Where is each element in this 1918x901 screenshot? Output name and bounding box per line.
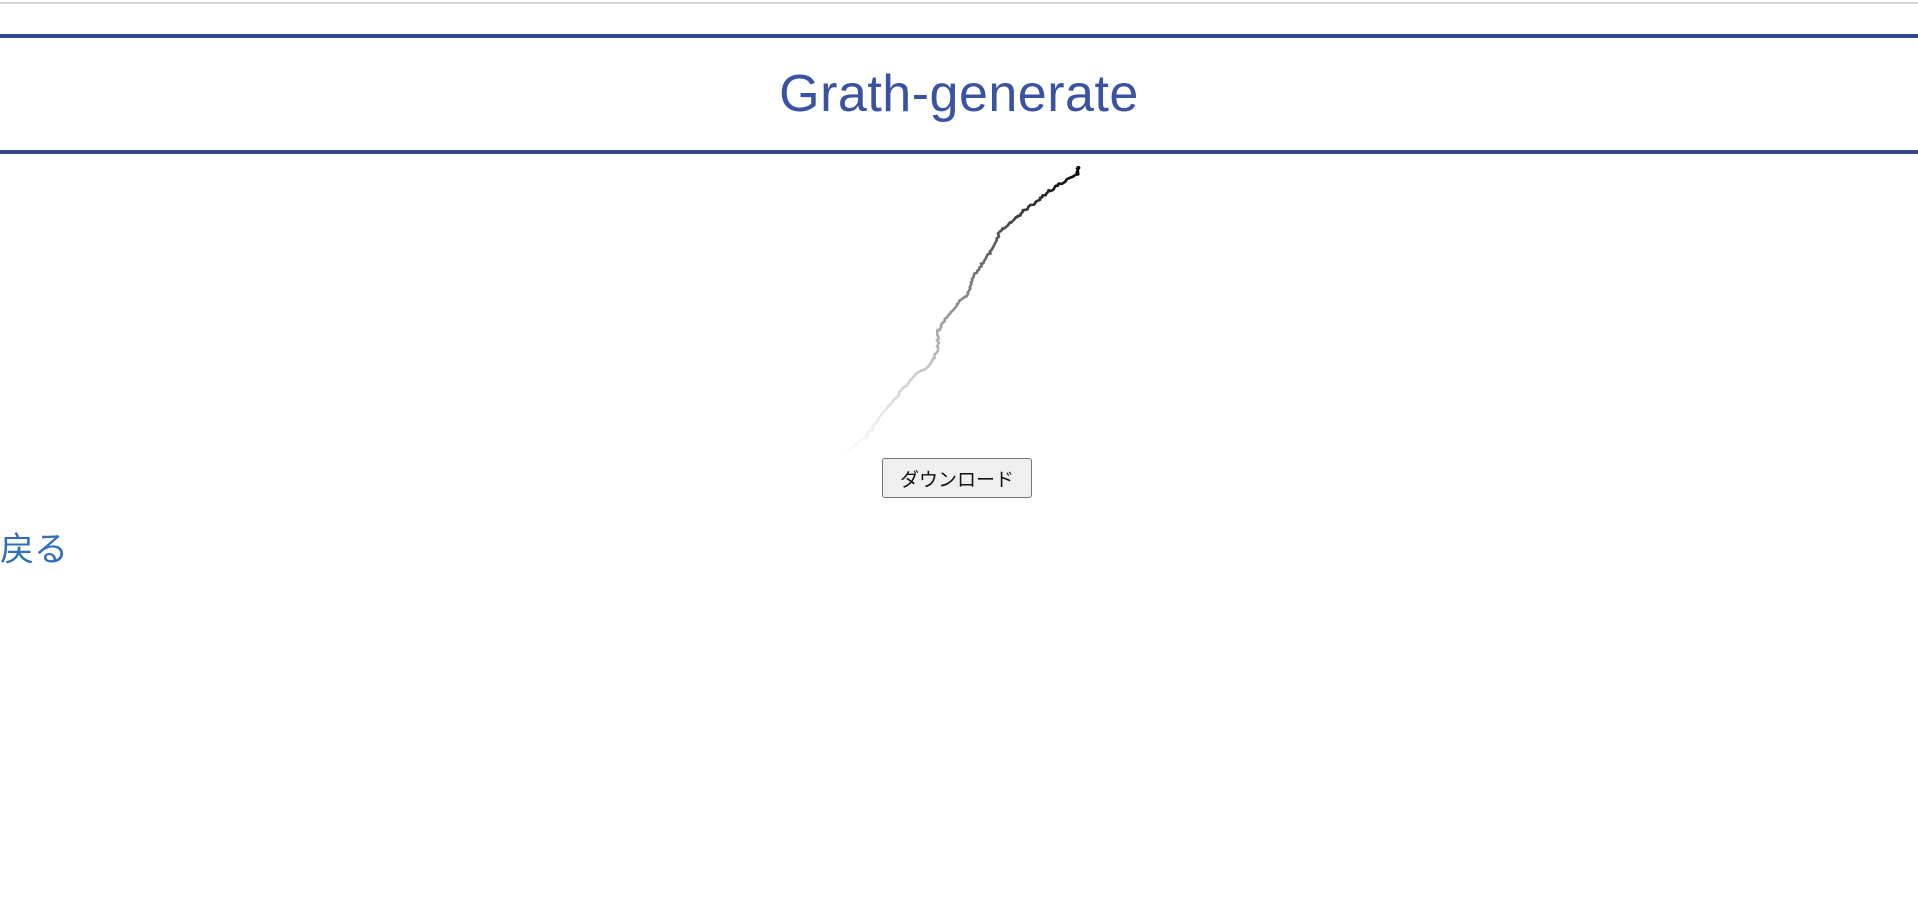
header-band: Grath-generate — [0, 34, 1918, 154]
graph-canvas — [838, 166, 1081, 458]
graph-line-segment — [1076, 166, 1081, 170]
top-divider — [0, 2, 1918, 4]
back-link[interactable]: 戻る — [0, 522, 68, 571]
page-title: Grath-generate — [779, 65, 1139, 123]
generated-graph — [820, 166, 1100, 460]
download-button[interactable]: ダウンロード — [882, 458, 1032, 498]
